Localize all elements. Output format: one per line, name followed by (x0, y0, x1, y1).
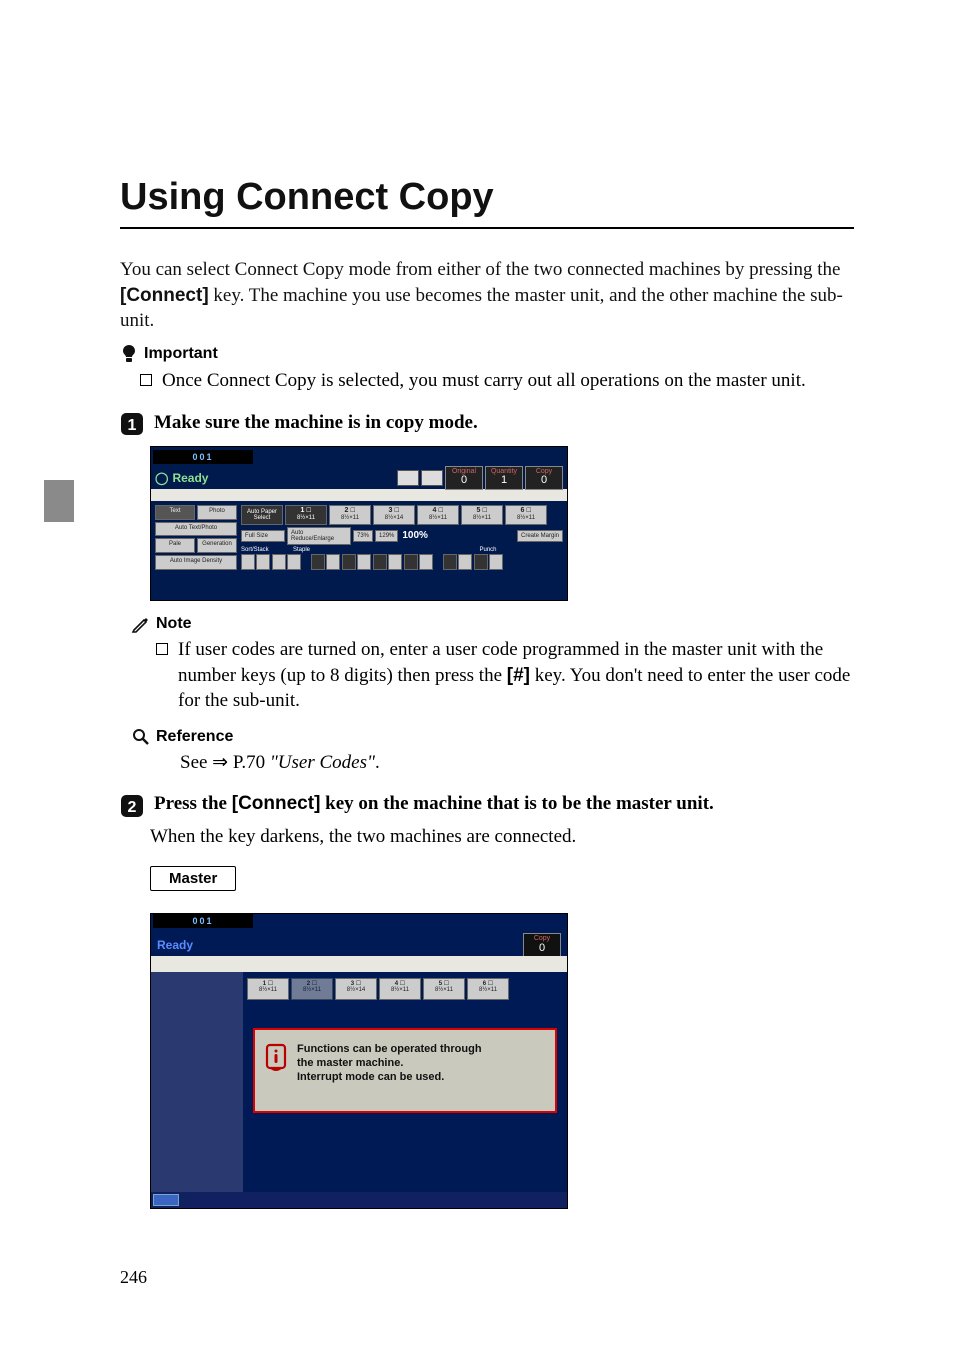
zoom-129-button: 129% (375, 530, 398, 542)
connect-warning-icon (263, 1042, 289, 1072)
magnifier-reference-icon (132, 728, 150, 746)
step-2-text: Press the [Connect] key on the machine t… (154, 793, 714, 814)
step-2-icon: 2 (120, 794, 144, 818)
finishing-options-row (241, 554, 563, 570)
bullet-box-icon (140, 374, 152, 386)
title-rule (120, 227, 854, 229)
page-title: Using Connect Copy (120, 176, 854, 219)
p2-tray-2: 2 ☐8½×11 (291, 978, 333, 1000)
step-1: 1 Make sure the machine is in copy mode. (120, 412, 854, 436)
page-number: 246 (120, 1267, 147, 1288)
step-1-icon: 1 (120, 412, 144, 436)
zoom-73-button: 73% (353, 530, 373, 542)
panel1-copy-count: Copy0 (525, 466, 563, 490)
reference-text: See ⇒ P.70 "User Codes". (180, 750, 854, 776)
p2-tray-3: 3 ☐8½×14 (335, 978, 377, 1000)
auto-reduce-enlarge-button: Auto Reduce/Enlarge (287, 527, 351, 545)
note-label: Note (156, 615, 192, 633)
p2-tray-1: 1 ☐8½×11 (247, 978, 289, 1000)
intro-line2a: by pressing the (725, 259, 840, 280)
intro-paragraph: You can select Connect Copy mode from ei… (120, 257, 854, 334)
tray-2: 2 ☐8½×11 (329, 505, 371, 525)
panel1-thumb-icon (397, 470, 419, 486)
auto-text-photo-button: Auto Text/Photo (155, 522, 237, 537)
panel1-id: 001 (153, 450, 253, 464)
tray-6: 6 ☐8½×11 (505, 505, 547, 525)
copier-screenshot-connected: 001 Ready Copy0 1 ☐8½×11 2 ☐8½×11 3 ☐8½×… (150, 913, 568, 1209)
auto-paper-select-button: Auto Paper Select (241, 505, 283, 525)
punch-label: Punch (413, 547, 563, 553)
note-heading: Note (132, 615, 854, 633)
panel1-original-count: Original0 (445, 466, 483, 490)
hash-key-label: [#] (507, 665, 530, 686)
zoom-value: 100% (400, 530, 430, 541)
svg-text:2: 2 (128, 799, 137, 816)
text-mode-button: Text (155, 505, 195, 520)
panel2-message-text: Functions can be operated through the ma… (297, 1042, 482, 1085)
important-label: Important (144, 345, 218, 363)
panel1-left-buttons: Text Photo Auto Text/Photo Pale Generati… (155, 505, 237, 570)
reference-label: Reference (156, 728, 233, 746)
panel2-ready: Ready (157, 938, 193, 952)
panel2-copy-count: Copy0 (523, 933, 561, 957)
connect-key-label: [Connect] (120, 285, 209, 306)
panel2-message-box: Functions can be operated through the ma… (253, 1028, 557, 1113)
step-2-body: When the key darkens, the two machines a… (150, 826, 854, 848)
panel2-left-col (151, 972, 243, 1192)
pale-button: Pale (155, 538, 195, 553)
create-margin-button: Create Margin (517, 530, 563, 542)
step-2: 2 Press the [Connect] key on the machine… (120, 793, 854, 817)
note-text: If user codes are turned on, enter a use… (178, 637, 854, 714)
copier-screenshot-ready: 001 ◯Ready Original0 Quantity1 Copy0 Tex… (150, 446, 568, 601)
panel1-thumb-icon (421, 470, 443, 486)
document-page: Using Connect Copy You can select Connec… (0, 0, 954, 1348)
intro-line2b: key. The machine you use becomes the mas… (209, 285, 605, 306)
step-1-text: Make sure the machine is in copy mode. (154, 412, 478, 433)
tray-1: 1 ☐8½×11 (285, 505, 327, 525)
pencil-note-icon (132, 615, 150, 633)
panel1-quantity-count: Quantity1 (485, 466, 523, 490)
panel2-bottom-bar (151, 1192, 567, 1208)
chapter-tab (44, 480, 74, 522)
master-box: Master (150, 866, 236, 891)
panel2-id: 001 (153, 914, 253, 928)
p2-tray-6: 6 ☐8½×11 (467, 978, 509, 1000)
important-text: Once Connect Copy is selected, you must … (162, 368, 806, 394)
photo-mode-button: Photo (197, 505, 237, 520)
connect-key-label-2: [Connect] (232, 793, 321, 814)
sort-stack-label: Sort/Stack (241, 547, 293, 553)
bullet-box-icon (156, 643, 168, 655)
staple-label: Staple (293, 547, 413, 553)
tray-5: 5 ☐8½×11 (461, 505, 503, 525)
p2-tray-4: 4 ☐8½×11 (379, 978, 421, 1000)
tray-3: 3 ☐8½×14 (373, 505, 415, 525)
panel2-bottom-icon (153, 1194, 179, 1206)
auto-image-density-button: Auto Image Density (155, 555, 237, 570)
panel1-ready: ◯Ready (155, 471, 212, 485)
note-bullet: If user codes are turned on, enter a use… (156, 637, 854, 714)
reference-heading: Reference (132, 728, 854, 746)
important-heading: Important (120, 344, 854, 364)
full-size-button: Full Size (241, 530, 285, 542)
p2-tray-5: 5 ☐8½×11 (423, 978, 465, 1000)
important-icon (120, 344, 138, 364)
tray-4: 4 ☐8½×11 (417, 505, 459, 525)
generation-button: Generation (197, 538, 237, 553)
reference-citation: "User Codes" (270, 752, 375, 773)
important-bullet: Once Connect Copy is selected, you must … (140, 368, 854, 394)
intro-line1: You can select Connect Copy mode from ei… (120, 259, 721, 280)
svg-text:1: 1 (128, 417, 137, 434)
